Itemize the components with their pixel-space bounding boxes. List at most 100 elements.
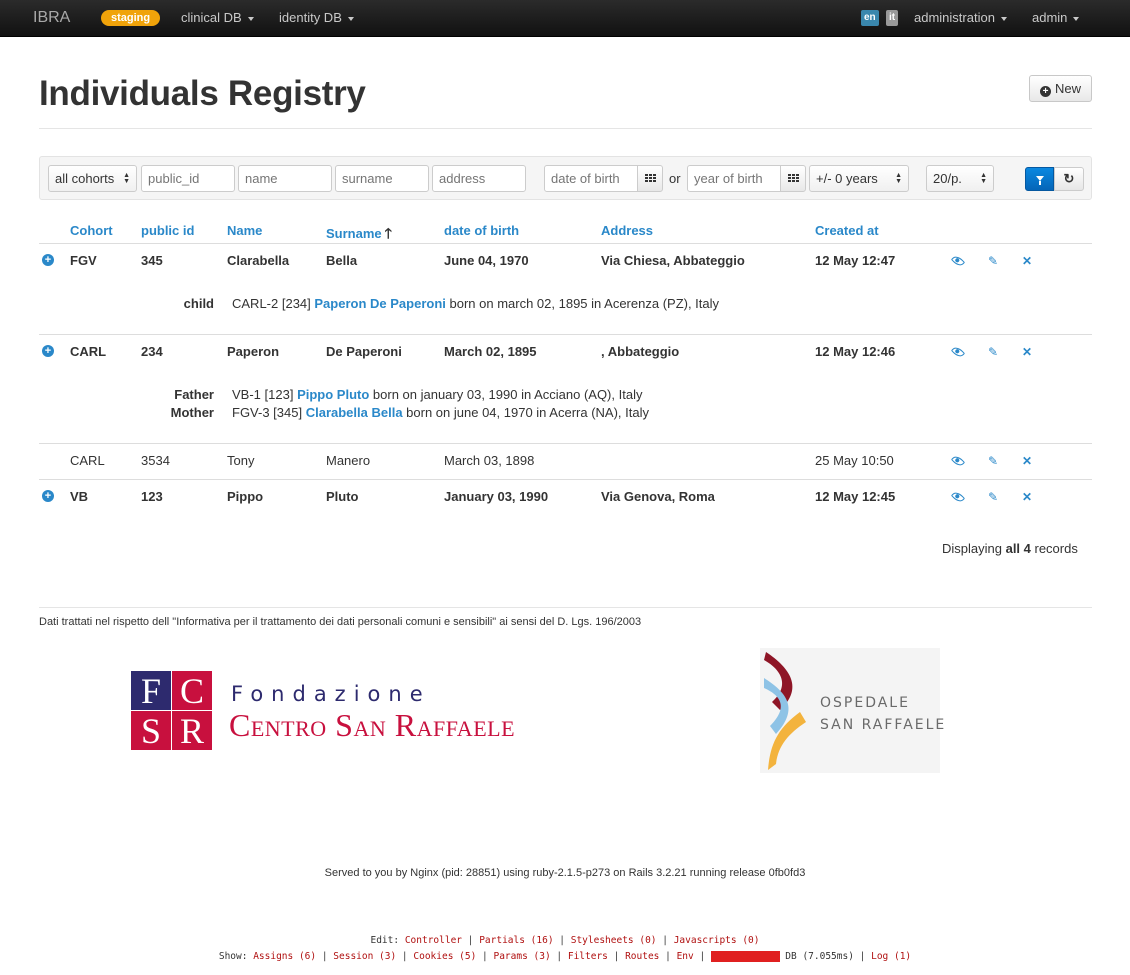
debug-params-link[interactable]: Params (3) xyxy=(493,951,550,962)
surname-input[interactable] xyxy=(335,165,429,192)
edit-button[interactable]: ✎ xyxy=(986,490,1000,504)
year-of-birth-input[interactable] xyxy=(687,165,781,192)
apply-filter-button[interactable] xyxy=(1025,167,1054,191)
public-id-input[interactable] xyxy=(141,165,235,192)
pencil-icon: ✎ xyxy=(987,254,999,268)
view-button[interactable] xyxy=(950,453,966,469)
relation-prefix: VB-1 [123] xyxy=(232,387,294,402)
header-address[interactable]: Address xyxy=(601,223,653,238)
fcsr-letter: C xyxy=(172,671,212,711)
sort-up-icon: 🡑 xyxy=(384,225,392,241)
debug-log-link[interactable]: Log (1) xyxy=(871,951,911,962)
cell-public-id: 3534 xyxy=(141,453,170,468)
calendar-icon xyxy=(645,174,656,183)
relation-suffix: born on january 03, 1990 in Acciano (AQ)… xyxy=(372,387,643,402)
per-page-select[interactable]: 20/p. ▲ ▼ xyxy=(926,165,994,192)
clinical-db-menu[interactable]: clinical DB xyxy=(181,0,254,37)
brand-logo[interactable]: IBRA xyxy=(33,0,70,37)
filter-icon xyxy=(1036,176,1044,185)
eye-icon xyxy=(950,489,966,505)
close-icon: ✕ xyxy=(1021,454,1033,468)
debug-edit-bar: Edit: Controller | Partials (16) | Style… xyxy=(370,935,760,946)
header-divider xyxy=(39,243,1092,244)
expand-plus-icon[interactable]: + xyxy=(42,345,54,357)
eye-icon xyxy=(950,253,966,269)
lang-it-button[interactable]: it xyxy=(886,10,899,26)
date-of-birth-input[interactable] xyxy=(544,165,638,192)
administration-label: administration xyxy=(914,10,995,25)
header-date-of-birth[interactable]: date of birth xyxy=(444,223,519,238)
pencil-icon: ✎ xyxy=(987,345,999,359)
expand-plus-icon[interactable]: + xyxy=(42,254,54,266)
server-info: Served to you by Nginx (pid: 28851) usin… xyxy=(324,867,806,879)
header-public-id[interactable]: public id xyxy=(141,223,194,238)
new-button[interactable]: + New xyxy=(1029,75,1092,102)
clinical-db-label: clinical DB xyxy=(181,10,242,25)
relation-link[interactable]: Paperon De Paperoni xyxy=(314,296,445,311)
year-picker-button[interactable] xyxy=(780,165,806,192)
debug-partials-link[interactable]: Partials (16) xyxy=(479,935,553,946)
expand-plus-icon[interactable]: + xyxy=(42,490,54,502)
cell-public-id: 345 xyxy=(141,253,163,268)
new-button-label: New xyxy=(1054,81,1081,96)
debug-assigns-link[interactable]: Assigns (6) xyxy=(253,951,316,962)
edit-button[interactable]: ✎ xyxy=(986,254,1000,268)
user-menu[interactable]: admin xyxy=(1032,0,1080,37)
lang-en-button[interactable]: en xyxy=(861,10,879,26)
address-input[interactable] xyxy=(432,165,526,192)
debug-filters-link[interactable]: Filters xyxy=(568,951,608,962)
header-created-at[interactable]: Created at xyxy=(815,223,879,238)
header-cohort[interactable]: Cohort xyxy=(70,223,113,238)
calendar-icon xyxy=(788,174,799,183)
view-button[interactable] xyxy=(950,253,966,269)
year-range-select[interactable]: +/- 0 years ▲ ▼ xyxy=(809,165,909,192)
debug-javascripts-link[interactable]: Javascripts (0) xyxy=(674,935,760,946)
cell-surname: Pluto xyxy=(326,489,359,504)
eye-icon xyxy=(950,453,966,469)
cell-surname: Manero xyxy=(326,453,371,468)
cell-cohort: CARL xyxy=(70,344,107,359)
edit-button[interactable]: ✎ xyxy=(986,345,1000,359)
refresh-icon: ↻ xyxy=(1063,171,1075,186)
debug-queries-link[interactable]: Queries (14) xyxy=(710,951,780,962)
debug-env-link[interactable]: Env xyxy=(677,951,694,962)
cohort-select[interactable]: all cohorts ▲ ▼ xyxy=(48,165,137,192)
plus-circle-icon: + xyxy=(1039,86,1051,97)
debug-session-link[interactable]: Session (3) xyxy=(333,951,396,962)
cell-public-id: 234 xyxy=(141,344,163,359)
record-count: Displaying all 4 records xyxy=(942,541,1078,556)
cell-date-of-birth: January 03, 1990 xyxy=(444,489,549,504)
debug-cookies-link[interactable]: Cookies (5) xyxy=(413,951,476,962)
centro-san-raffaele-text: Centro San Raffaele xyxy=(229,707,516,743)
debug-stylesheets-link[interactable]: Stylesheets (0) xyxy=(571,935,657,946)
relation-link[interactable]: Clarabella Bella xyxy=(306,405,403,420)
administration-menu[interactable]: administration xyxy=(914,0,1007,37)
cohort-select-value: all cohorts xyxy=(55,171,115,186)
record-count-bold: all 4 xyxy=(1005,541,1031,556)
chevron-down-icon xyxy=(1000,16,1007,21)
cell-created-at: 12 May 12:45 xyxy=(815,489,896,504)
date-picker-button[interactable] xyxy=(637,165,663,192)
relation-detail: CARL-2 [234] Paperon De Paperoni born on… xyxy=(232,296,719,311)
close-icon: ✕ xyxy=(1021,254,1033,268)
delete-button[interactable]: ✕ xyxy=(1020,345,1034,359)
relation-link[interactable]: Pippo Pluto xyxy=(297,387,369,402)
name-input[interactable] xyxy=(238,165,332,192)
eye-icon xyxy=(950,344,966,360)
reset-filter-button[interactable]: ↻ xyxy=(1054,167,1084,191)
header-name[interactable]: Name xyxy=(227,223,262,238)
delete-button[interactable]: ✕ xyxy=(1020,254,1034,268)
cell-created-at: 12 May 12:47 xyxy=(815,253,896,268)
view-button[interactable] xyxy=(950,344,966,360)
delete-button[interactable]: ✕ xyxy=(1020,454,1034,468)
cell-date-of-birth: March 03, 1898 xyxy=(444,453,535,468)
identity-db-menu[interactable]: identity DB xyxy=(279,0,354,37)
relation-suffix: born on june 04, 1970 in Acerra (NA), It… xyxy=(406,405,649,420)
relation-detail: VB-1 [123] Pippo Pluto born on january 0… xyxy=(232,387,642,402)
view-button[interactable] xyxy=(950,489,966,505)
cell-cohort: CARL xyxy=(70,453,105,468)
edit-button[interactable]: ✎ xyxy=(986,454,1000,468)
debug-controller-link[interactable]: Controller xyxy=(405,935,462,946)
delete-button[interactable]: ✕ xyxy=(1020,490,1034,504)
debug-routes-link[interactable]: Routes xyxy=(625,951,659,962)
